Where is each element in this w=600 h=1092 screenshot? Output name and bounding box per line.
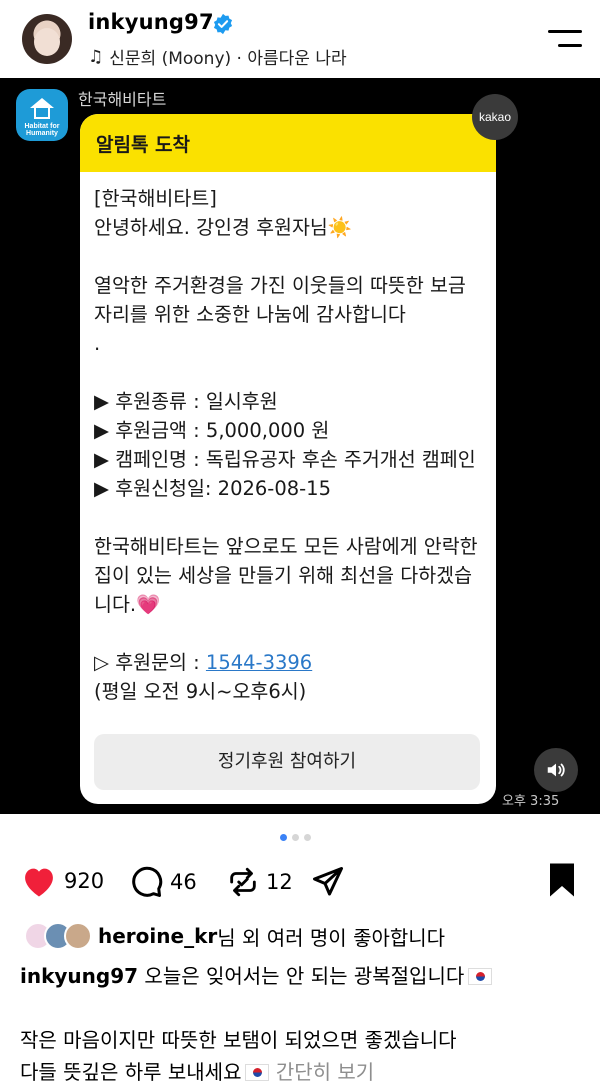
flag-kr-icon <box>468 968 493 985</box>
post-media[interactable]: Habitat for Humanity 한국해비타트 알림톡 도착 [한국해비… <box>0 78 600 814</box>
menu-icon[interactable] <box>548 28 582 50</box>
carousel-dot[interactable] <box>280 834 287 841</box>
sound-icon[interactable] <box>534 748 578 792</box>
caption-username[interactable]: inkyung97 <box>20 964 138 988</box>
like-button[interactable]: 920 <box>20 864 104 898</box>
chat-sender-name: 한국해비타트 <box>78 90 167 109</box>
inquiry-phone-link[interactable]: 1544-3396 <box>206 651 312 674</box>
music-track-label: 신문희 (Moony) · 아름다운 나라 <box>109 49 347 69</box>
bookmark-icon[interactable] <box>546 862 578 898</box>
message-timestamp: 오후 3:35 <box>502 794 560 809</box>
repost-count: 12 <box>266 870 293 894</box>
comment-button[interactable]: 46 <box>128 864 197 900</box>
post-header: inkyung97 ♫ 신문희 (Moony) · 아름다운 나라 <box>0 0 600 78</box>
share-icon <box>313 867 343 896</box>
inquiry-hours: (평일 오전 9시~오후6시) <box>94 680 307 703</box>
inquiry-label: ▷ 후원문의 : <box>94 651 206 674</box>
like-count: 920 <box>64 869 105 893</box>
caption-text-3: 다들 뜻깊은 하루 보내세요 <box>20 1060 242 1084</box>
caption-text-1: 오늘은 잊어서는 안 되는 광복절입니다 <box>138 964 465 988</box>
liked-by-row[interactable]: heroine_kr 님 외 여러 명이 좋아합니다 <box>24 920 445 952</box>
message-text: [한국해비타트] 안녕하세요. 강인경 후원자님☀️ 열악한 주거환경을 가진 … <box>94 187 478 616</box>
bubble-message: [한국해비타트] 안녕하세요. 강인경 후원자님☀️ 열악한 주거환경을 가진 … <box>80 172 496 706</box>
liked-by-text: 님 외 여러 명이 좋아합니다 <box>217 925 446 950</box>
author-username[interactable]: inkyung97 <box>88 10 214 34</box>
kakao-badge: kakao <box>472 94 518 140</box>
music-track[interactable]: ♫ 신문희 (Moony) · 아름다운 나라 <box>88 44 347 70</box>
regular-donation-button[interactable]: 정기후원 참여하기 <box>94 734 480 790</box>
caption-line-3: 다들 뜻깊은 하루 보내세요 간단히 보기 <box>20 1056 590 1088</box>
caption-line-1: inkyung97 오늘은 잊어서는 안 되는 광복절입니다 <box>20 960 590 992</box>
comment-icon <box>132 866 163 897</box>
carousel-dot[interactable] <box>304 834 311 841</box>
liked-by-avatars <box>24 920 98 952</box>
alimtalk-bubble: 알림톡 도착 [한국해비타트] 안녕하세요. 강인경 후원자님☀️ 열악한 주거… <box>80 114 496 804</box>
flag-kr-icon <box>245 1064 270 1081</box>
carousel-indicator <box>280 834 311 841</box>
caption-text-2: 작은 마음이지만 따뜻한 보탬이 되었으면 좋겠습니다 <box>20 1028 457 1052</box>
repost-icon <box>230 867 256 897</box>
bubble-header: 알림톡 도착 <box>80 114 496 172</box>
caption-line-2: 작은 마음이지만 따뜻한 보탬이 되었으면 좋겠습니다 <box>20 1024 590 1056</box>
avatar <box>64 922 92 950</box>
carousel-dot[interactable] <box>292 834 299 841</box>
comment-count: 46 <box>170 870 197 894</box>
author-avatar[interactable] <box>22 14 72 64</box>
verified-badge-icon <box>213 13 233 35</box>
heart-icon <box>25 868 53 897</box>
music-note-icon: ♫ <box>88 46 104 67</box>
liked-by-user[interactable]: heroine_kr <box>98 924 217 948</box>
share-button[interactable] <box>310 864 346 900</box>
habitat-logo: Habitat for Humanity <box>16 89 68 141</box>
show-less-link[interactable]: 간단히 보기 <box>269 1060 374 1084</box>
action-bar: 920 46 12 <box>0 858 600 908</box>
repost-button[interactable]: 12 <box>226 864 293 900</box>
